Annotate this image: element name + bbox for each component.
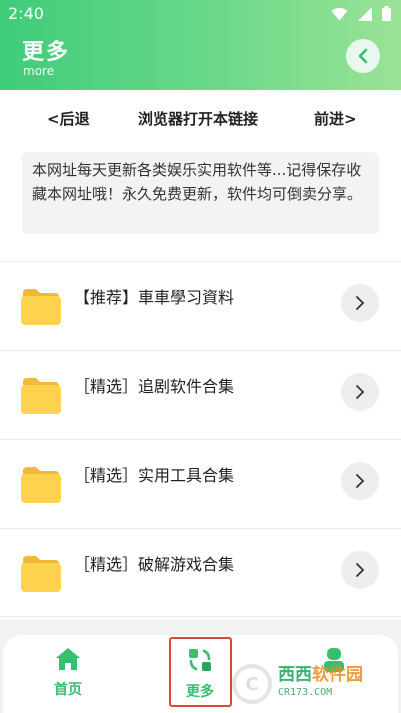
list-item[interactable]: 【推荐】車車學习資料	[0, 261, 401, 350]
chevron-right-icon	[356, 563, 365, 577]
back-arrow-icon	[358, 48, 368, 64]
watermark: C 西西软件园 CR173.COM	[232, 660, 384, 708]
highlight-box	[169, 637, 232, 707]
nav-back-link[interactable]: <后退	[47, 108, 90, 129]
item-arrow-button[interactable]	[341, 462, 379, 500]
status-icons	[331, 6, 391, 21]
open-in-browser-link[interactable]: 浏览器打开本链接	[138, 108, 258, 129]
item-arrow-button[interactable]	[341, 373, 379, 411]
list-item[interactable]: ［精选］实用工具合集	[0, 439, 401, 528]
header-bar: 2:40 更多 more	[0, 0, 401, 90]
list-item-label: ［精选］破解游戏合集	[74, 555, 235, 574]
list-item-label: 【推荐】車車學习資料	[74, 288, 235, 307]
chevron-right-icon	[356, 296, 365, 310]
status-bar: 2:40	[0, 0, 401, 28]
item-arrow-button[interactable]	[341, 284, 379, 322]
chevron-right-icon	[356, 385, 365, 399]
page-title: 更多	[22, 40, 71, 65]
home-icon	[56, 648, 80, 670]
browser-nav: <后退 浏览器打开本链接 前进>	[0, 96, 401, 138]
nav-forward-link[interactable]: 前进>	[314, 108, 357, 129]
back-button[interactable]	[346, 39, 380, 73]
watermark-domain: CR173.COM	[278, 687, 333, 698]
status-time: 2:40	[8, 4, 44, 23]
tab-home[interactable]: 首页	[33, 647, 103, 699]
folder-icon	[21, 467, 61, 503]
list-item-label: ［精选］实用工具合集	[74, 466, 235, 485]
list-item-label: ［精选］追剧软件合集	[74, 377, 235, 396]
folder-icon	[21, 289, 61, 325]
folder-icon	[21, 556, 61, 592]
watermark-brand: 西西	[278, 665, 312, 685]
list-item[interactable]: ［精选］破解游戏合集	[0, 528, 401, 617]
page-subtitle: more	[23, 64, 55, 78]
list-item[interactable]: ［精选］追剧软件合集	[0, 350, 401, 439]
wifi-icon	[331, 7, 348, 20]
battery-icon	[382, 6, 391, 21]
notice-text: 本网址每天更新各类娱乐实用软件等...记得保存收藏本网址哦！永久免费更新，软件均…	[32, 161, 363, 203]
watermark-brand-suffix: 软件园	[312, 665, 363, 685]
chevron-right-icon	[356, 474, 365, 488]
notice-box: 本网址每天更新各类娱乐实用软件等...记得保存收藏本网址哦！永久免费更新，软件均…	[22, 152, 379, 234]
tab-home-label: 首页	[54, 682, 82, 698]
watermark-logo: C	[232, 664, 272, 704]
signal-icon	[358, 6, 372, 21]
folder-icon	[21, 378, 61, 414]
item-arrow-button[interactable]	[341, 551, 379, 589]
